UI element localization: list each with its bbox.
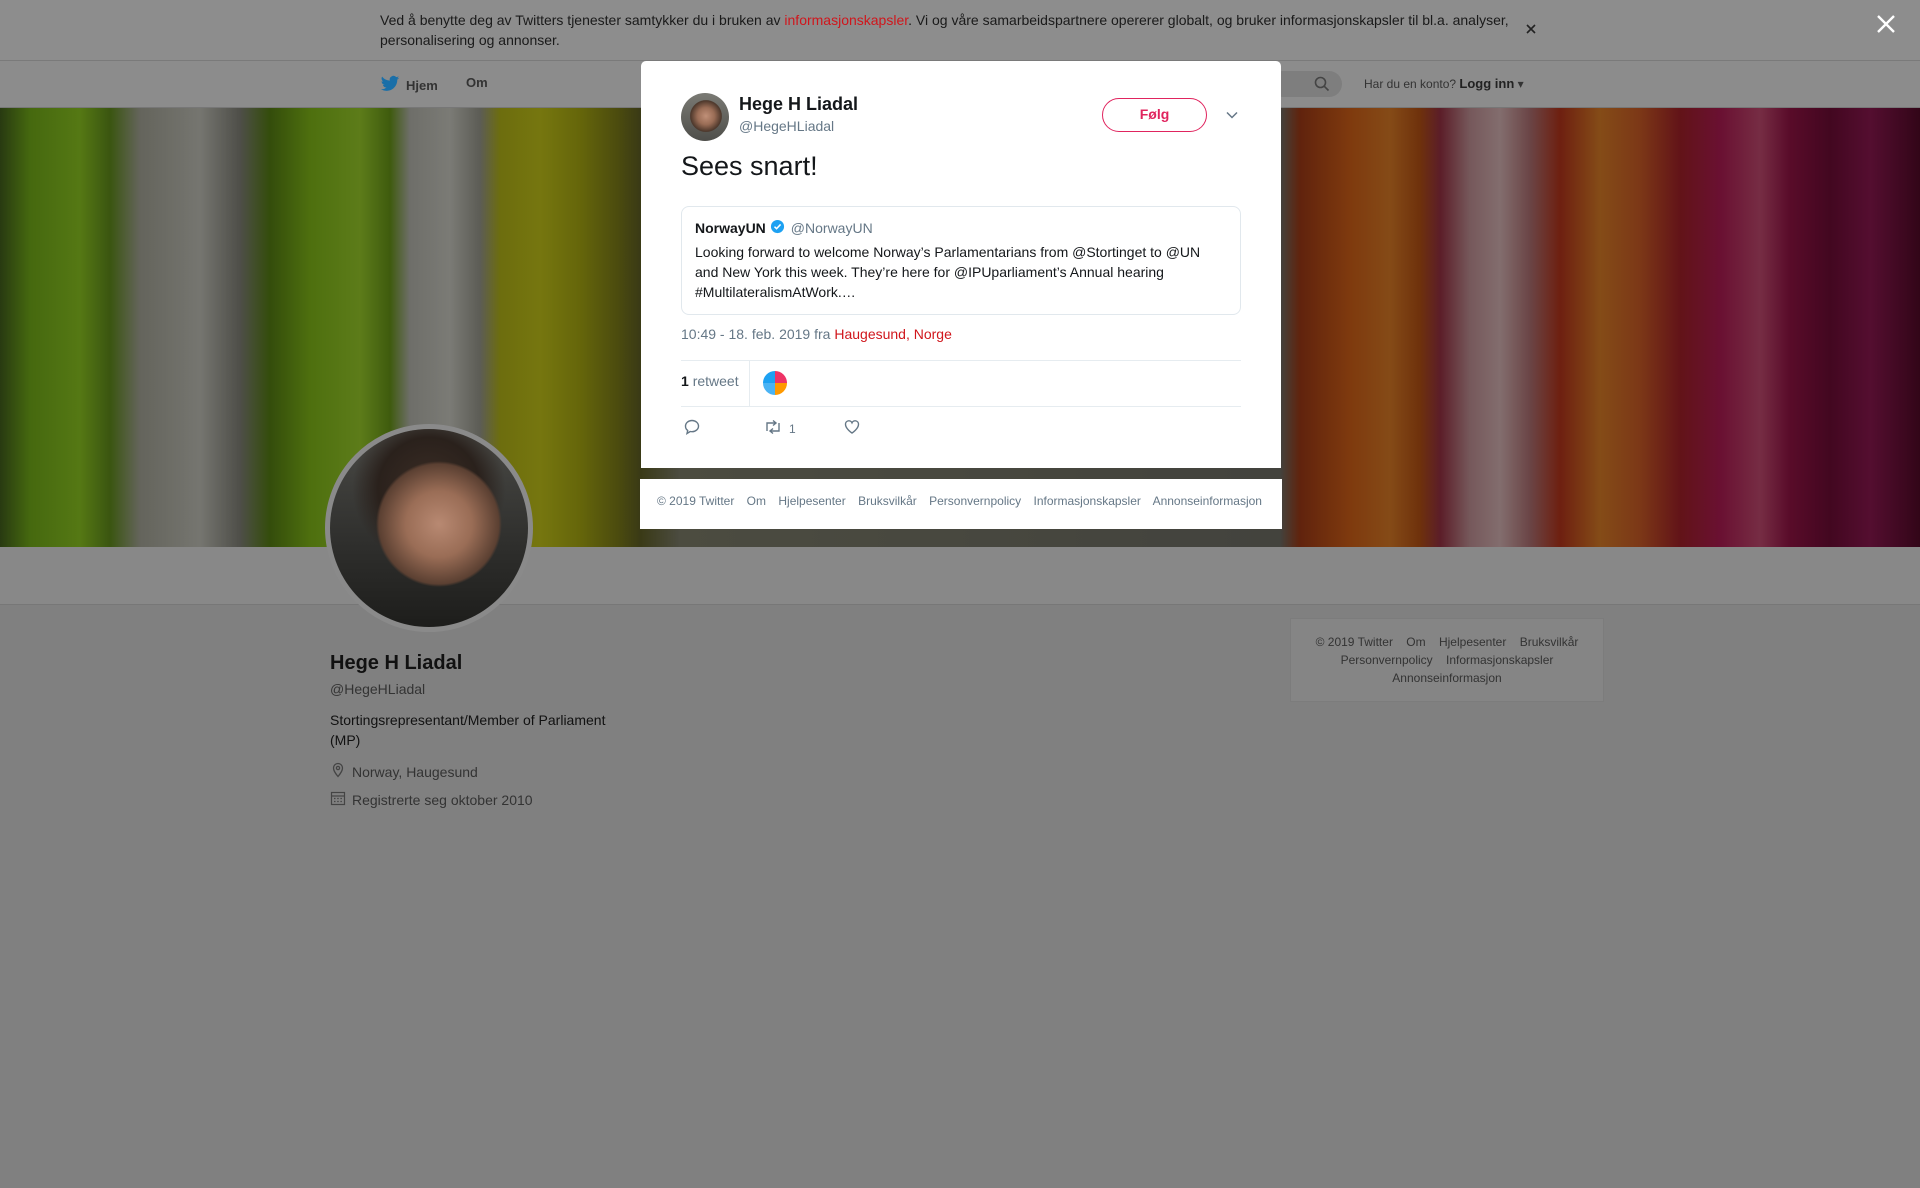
modal-footer: © 2019 Twitter Om Hjelpesenter Bruksvilk… [640, 479, 1282, 529]
profile-nav-strip [0, 547, 1920, 605]
tweet-meta: 10:49 - 18. feb. 2019 fra Haugesund, Nor… [681, 326, 952, 342]
footer-link-privacy[interactable]: Personvernpolicy [1341, 653, 1433, 667]
cookie-banner: Ved å benytte deg av Twitters tjenester … [0, 0, 1920, 61]
avatar-photo [330, 429, 528, 627]
footer-link-terms[interactable]: Bruksvilkår [1520, 635, 1579, 649]
footer-link-help[interactable]: Hjelpesenter [1439, 635, 1506, 649]
footer-link-ads[interactable]: Annonseinformasjon [1392, 671, 1501, 685]
modal-footer-link-privacy[interactable]: Personvernpolicy [929, 494, 1021, 508]
profile-handle[interactable]: @HegeHLiadal [330, 681, 425, 697]
search-icon[interactable] [1314, 76, 1330, 97]
retweet-stat-count: 1 [681, 373, 689, 389]
footer-copyright: © 2019 Twitter [1315, 635, 1393, 649]
chevron-down-icon[interactable] [1225, 107, 1239, 125]
login-link[interactable]: Logg inn [1459, 76, 1514, 91]
modal-footer-link-about[interactable]: Om [747, 494, 766, 508]
profile-bio: Stortingsrepresentant/Member of Parliame… [330, 712, 606, 748]
heart-icon [843, 418, 861, 439]
retweet-stat[interactable]: 1 retweet [681, 373, 739, 389]
side-footer: © 2019 Twitter Om Hjelpesenter Bruksvilk… [1290, 618, 1604, 702]
login-prompt: Har du en konto? [1364, 77, 1457, 91]
location-text: Norway, Haugesund [352, 763, 478, 780]
modal-footer-link-cookies[interactable]: Informasjonskapsler [1034, 494, 1141, 508]
like-button[interactable] [843, 418, 861, 439]
tweet-text: Sees snart! [681, 151, 818, 181]
tweet-actions: 1 [681, 416, 1241, 446]
stats-divider [749, 361, 750, 407]
profile-joined: Registrerte seg oktober 2010 [330, 790, 533, 809]
quoted-author-handle: @NorwayUN [790, 220, 873, 236]
modal-footer-link-terms[interactable]: Bruksvilkår [858, 494, 917, 508]
profile-location: Norway, Haugesund [330, 762, 478, 781]
nav-home-label: Hjem [406, 78, 438, 93]
location-pin-icon [330, 762, 346, 781]
quoted-tweet-text: Looking forward to welcome Norway’s Parl… [695, 244, 1201, 300]
cookie-text: Ved å benytte deg av Twitters tjenester … [380, 10, 1520, 50]
tweet-author-avatar[interactable] [681, 93, 729, 141]
profile-avatar[interactable] [325, 424, 533, 632]
login-area: Har du en konto? Logg inn ▾ [1364, 76, 1524, 91]
quoted-author-name: NorwayUN [695, 220, 766, 236]
nav-home[interactable]: Hjem [380, 75, 438, 96]
footer-link-about[interactable]: Om [1406, 635, 1425, 649]
caret-down-icon[interactable]: ▾ [1518, 77, 1524, 91]
reply-button[interactable] [683, 418, 701, 439]
quoted-tweet[interactable]: NorwayUN @NorwayUN Looking forward to we… [681, 206, 1241, 315]
cookie-close-icon[interactable] [1526, 18, 1536, 39]
reply-icon [683, 418, 701, 439]
verified-badge-icon [770, 219, 785, 237]
cookie-link[interactable]: informasjonskapsler [784, 12, 908, 28]
profile-name[interactable]: Hege H Liadal [330, 652, 462, 675]
twitter-bird-icon [380, 75, 400, 96]
retweet-icon [763, 418, 783, 439]
modal-close-icon[interactable] [1874, 12, 1898, 41]
modal-footer-link-ads[interactable]: Annonseinformasjon [1153, 494, 1262, 508]
modal-footer-copyright: © 2019 Twitter [657, 494, 735, 508]
retweet-button[interactable]: 1 [763, 418, 796, 439]
tweet-modal: Hege H Liadal @HegeHLiadal Følg Sees sna… [641, 61, 1281, 468]
retweeter-avatar[interactable] [763, 371, 787, 395]
modal-footer-link-help[interactable]: Hjelpesenter [778, 494, 845, 508]
nav-about[interactable]: Om [466, 75, 488, 90]
calendar-icon [330, 790, 346, 809]
tweet-timestamp: 10:49 - 18. feb. 2019 fra [681, 326, 835, 342]
tweet-place-link[interactable]: Haugesund, Norge [834, 326, 952, 342]
follow-button[interactable]: Følg [1102, 98, 1207, 132]
cookie-text-before: Ved å benytte deg av Twitters tjenester … [380, 12, 785, 28]
tweet-author-name[interactable]: Hege H Liadal [739, 94, 858, 115]
retweet-count: 1 [789, 421, 796, 436]
footer-link-cookies[interactable]: Informasjonskapsler [1446, 653, 1553, 667]
retweet-stat-label: retweet [692, 373, 739, 389]
joined-text: Registrerte seg oktober 2010 [352, 791, 533, 808]
tweet-author-handle[interactable]: @HegeHLiadal [739, 118, 834, 134]
tweet-stats: 1 retweet [681, 360, 1241, 407]
